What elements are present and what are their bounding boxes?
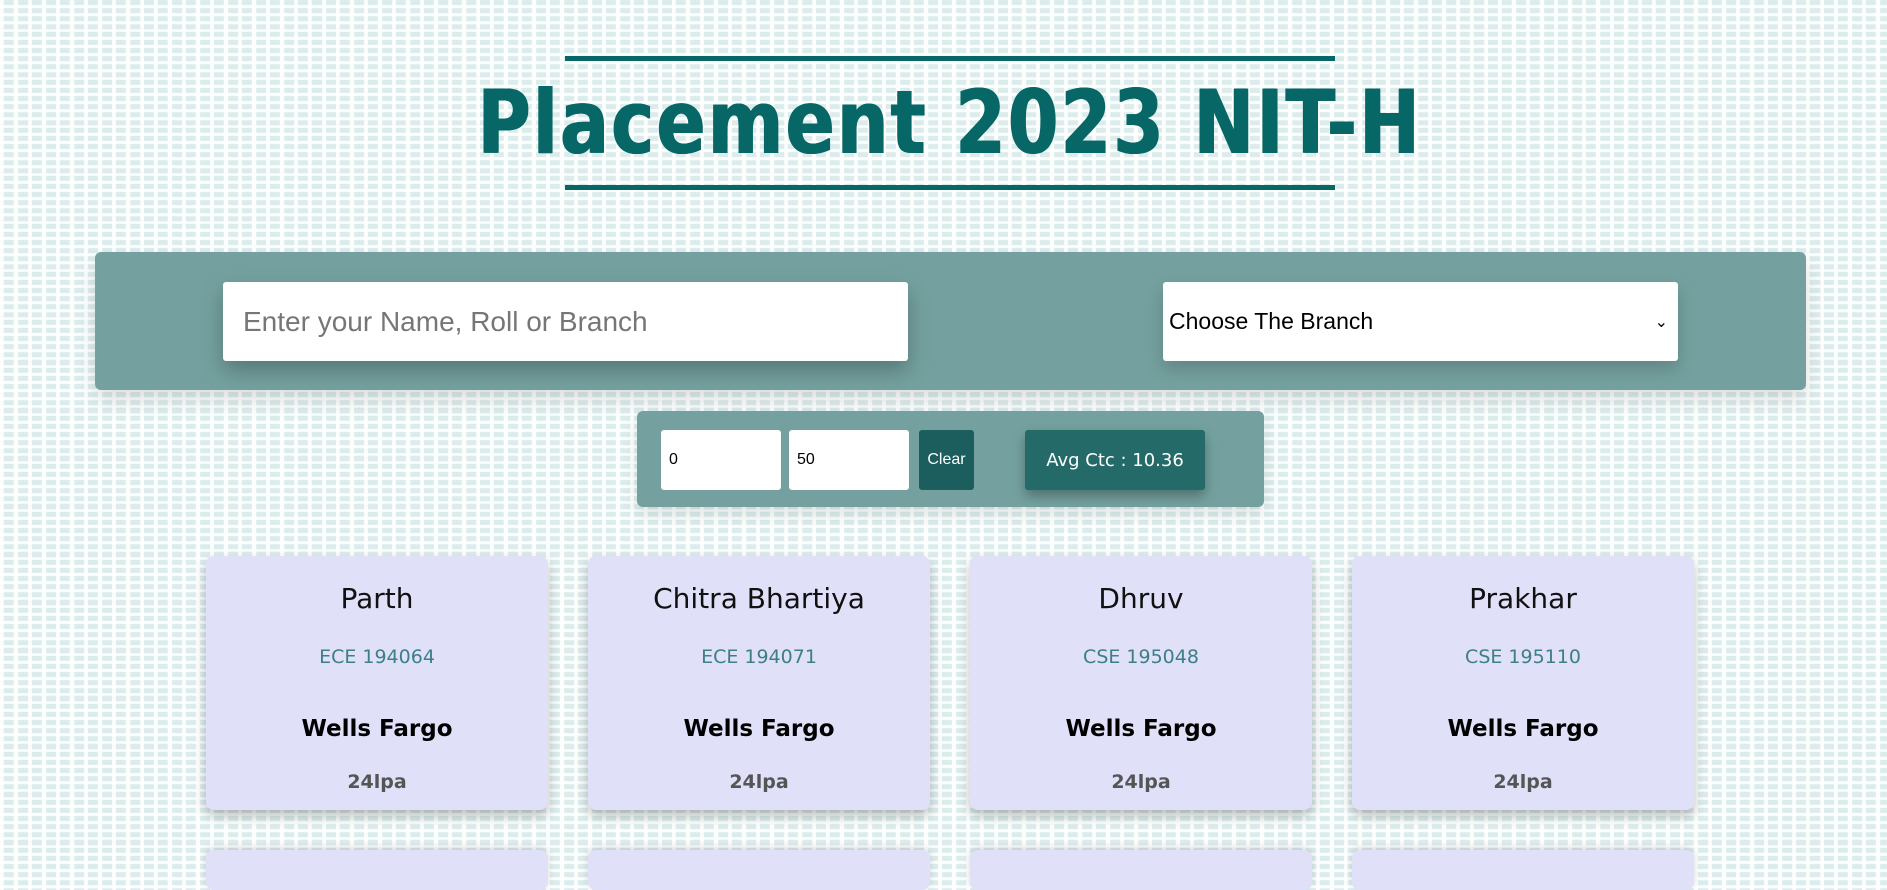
branch-select-value: Choose The Branch: [1169, 308, 1374, 334]
student-company: Wells Fargo: [301, 716, 453, 742]
clear-button[interactable]: Clear: [919, 430, 974, 490]
student-company: Wells Fargo: [1447, 716, 1599, 742]
student-roll: ECE 194071: [701, 646, 817, 668]
student-card[interactable]: Parth ECE 194064 Wells Fargo 24lpa: [206, 556, 548, 810]
student-ctc: 24lpa: [1493, 771, 1553, 793]
avg-ctc-button[interactable]: Avg Ctc : 10.36: [1025, 430, 1205, 490]
min-ctc-input[interactable]: 0: [661, 430, 781, 490]
student-roll: CSE 195048: [1083, 646, 1199, 668]
student-name: Dhruv: [1098, 582, 1184, 615]
student-company: Wells Fargo: [1065, 716, 1217, 742]
student-card-partial[interactable]: [206, 850, 548, 890]
student-ctc: 24lpa: [347, 771, 407, 793]
student-roll: CSE 195110: [1465, 646, 1581, 668]
student-card-partial[interactable]: [1352, 850, 1694, 890]
max-ctc-input[interactable]: 50: [789, 430, 909, 490]
student-roll: ECE 194064: [319, 646, 435, 668]
student-card[interactable]: Prakhar CSE 195110 Wells Fargo 24lpa: [1352, 556, 1694, 810]
page-title: Placement 2023 NIT-H: [477, 71, 1423, 174]
chevron-down-icon: ⌄: [1654, 313, 1668, 331]
student-card-partial[interactable]: [970, 850, 1312, 890]
student-ctc: 24lpa: [729, 771, 789, 793]
search-panel: Choose The Branch ⌄: [95, 252, 1806, 390]
student-name: Parth: [340, 582, 414, 615]
student-name: Chitra Bhartiya: [653, 582, 865, 615]
student-name: Prakhar: [1469, 582, 1577, 615]
student-company: Wells Fargo: [683, 716, 835, 742]
student-card-partial[interactable]: [588, 850, 930, 890]
search-input[interactable]: [223, 282, 908, 361]
student-card[interactable]: Chitra Bhartiya ECE 194071 Wells Fargo 2…: [588, 556, 930, 810]
ctc-filter-panel: 0 50 Clear Avg Ctc : 10.36: [637, 411, 1264, 507]
branch-select[interactable]: Choose The Branch ⌄: [1163, 282, 1678, 361]
student-ctc: 24lpa: [1111, 771, 1171, 793]
student-card[interactable]: Dhruv CSE 195048 Wells Fargo 24lpa: [970, 556, 1312, 810]
page-title-banner: Placement 2023 NIT-H: [478, 56, 1420, 190]
